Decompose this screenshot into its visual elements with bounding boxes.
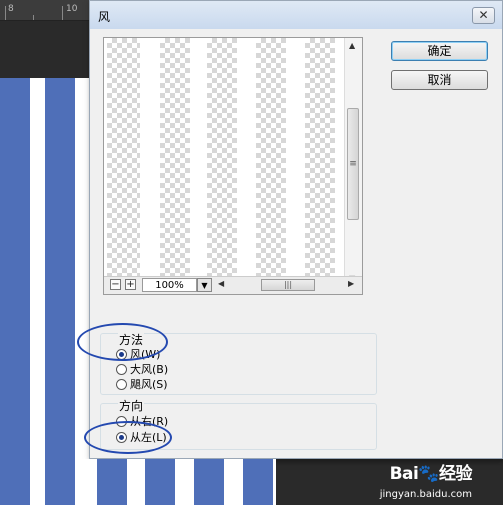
preview-vertical-scrollbar[interactable]: ▲ ≡ ▼	[344, 38, 362, 286]
annotation-ellipse	[77, 323, 168, 361]
preview-transparent-band	[256, 38, 286, 286]
preview-transparent-band	[107, 38, 140, 286]
method-option-label: 飓风(S)	[130, 378, 168, 391]
cancel-button[interactable]: 取消	[391, 70, 488, 90]
chevron-down-icon: ▼	[201, 281, 208, 290]
minus-icon: −	[111, 279, 120, 290]
canvas-stripe	[0, 459, 30, 505]
ruler-number: 8	[8, 4, 14, 14]
close-icon: ✕	[478, 8, 489, 22]
canvas-stripe	[243, 459, 273, 505]
dialog-titlebar[interactable]: 风 ✕	[90, 1, 502, 29]
method-option-blast[interactable]: 大风(B)	[116, 361, 169, 376]
zoom-level-field[interactable]: 100%	[142, 278, 197, 292]
canvas-stripe	[194, 459, 224, 505]
ruler-tick	[5, 6, 6, 20]
dialog-title: 风	[98, 10, 111, 24]
annotation-ellipse	[84, 421, 172, 454]
scroll-right-icon[interactable]: ▶	[348, 279, 354, 288]
zoom-in-button[interactable]: +	[125, 279, 136, 290]
canvas-stripe	[145, 459, 175, 505]
radio-unselected-icon[interactable]	[116, 379, 127, 390]
grip-icon: ≡	[349, 159, 357, 169]
close-button[interactable]: ✕	[472, 7, 495, 24]
horizontal-scroll-thumb[interactable]: |||	[261, 279, 315, 291]
watermark-logo: Bai🐾经验	[389, 464, 473, 484]
preview-transparent-band	[160, 38, 190, 286]
zoom-dropdown-button[interactable]: ▼	[197, 278, 212, 292]
canvas-stripe	[45, 78, 75, 505]
ok-button[interactable]: 确定	[391, 41, 488, 61]
preview-zoom-bar: − + 100% ▼ ◀ ||| ▶	[104, 276, 362, 294]
method-option-label: 大风(B)	[130, 363, 169, 376]
preview-transparent-band	[305, 38, 335, 286]
method-option-stagger[interactable]: 飓风(S)	[116, 376, 168, 391]
canvas-stripe	[45, 459, 75, 505]
scroll-up-icon[interactable]: ▲	[349, 41, 355, 50]
filter-preview[interactable]: ▲ ≡ ▼ − + 100% ▼ ◀ ||| ▶	[103, 37, 363, 295]
ruler-tick	[62, 6, 63, 20]
wind-filter-dialog: 风 ✕ ▲ ≡ ▼ − + 100% ▼ ◀ ||| ▶ 确定 取消 方法 风(…	[77, 0, 503, 459]
scroll-left-icon[interactable]: ◀	[218, 279, 224, 288]
canvas-stripe	[0, 78, 30, 505]
vertical-scroll-thumb[interactable]: ≡	[347, 108, 359, 220]
zoom-out-button[interactable]: −	[110, 279, 121, 290]
preview-transparent-band	[207, 38, 237, 286]
direction-group-label: 方向	[118, 397, 145, 414]
radio-unselected-icon[interactable]	[116, 364, 127, 375]
ruler-number: 10	[66, 4, 78, 14]
canvas-stripe	[97, 459, 127, 505]
canvas-bottom	[0, 459, 276, 505]
ruler-tick	[33, 15, 34, 20]
plus-icon: +	[126, 279, 135, 290]
watermark-url: jingyan.baidu.com	[379, 489, 472, 500]
